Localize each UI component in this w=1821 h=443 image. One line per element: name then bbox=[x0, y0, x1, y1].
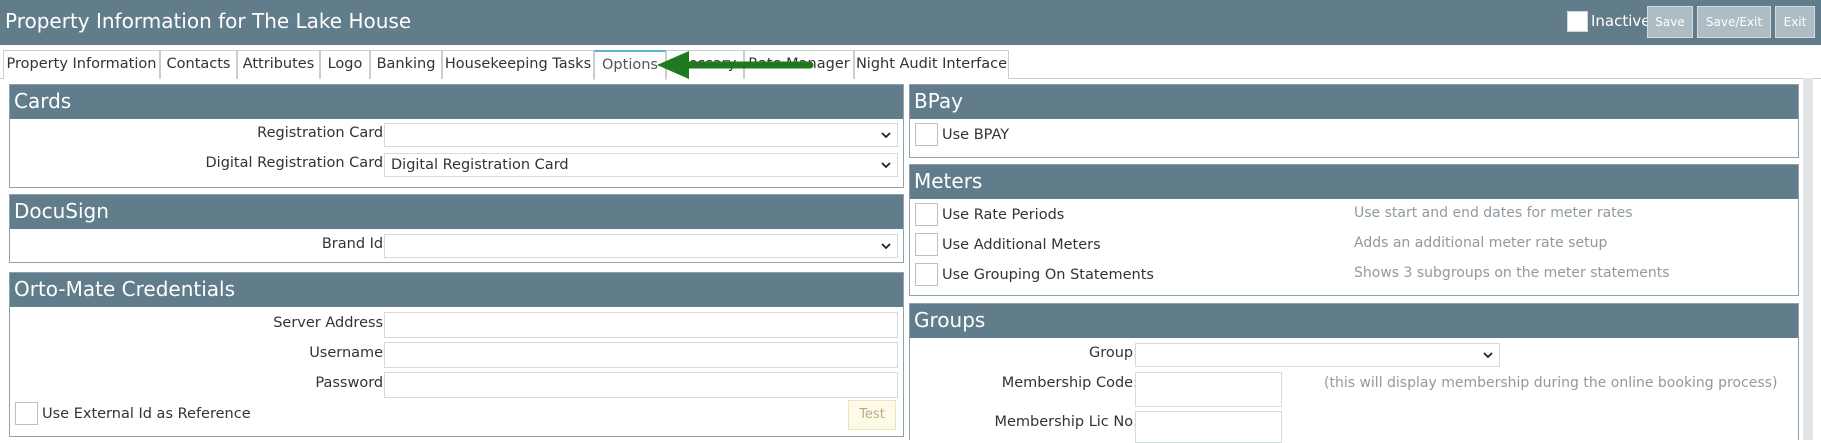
use-grouping-on-statements-label: Use Grouping On Statements bbox=[942, 267, 1154, 283]
digital-registration-card-label: Digital Registration Card: bbox=[205, 155, 389, 171]
scrollbar[interactable] bbox=[1803, 78, 1813, 440]
use-bpay-label: Use BPAY bbox=[942, 127, 1010, 143]
save-button[interactable]: Save bbox=[1647, 6, 1693, 38]
groups-section: Groups Group: Membership Code: (this wil… bbox=[909, 303, 1799, 443]
password-label: Password: bbox=[315, 375, 388, 391]
digital-registration-card-value: Digital Registration Card bbox=[391, 157, 569, 173]
page-title: Property Information for The Lake House bbox=[5, 9, 412, 33]
group-select[interactable] bbox=[1135, 343, 1500, 367]
membership-code-label: Membership Code: bbox=[1001, 375, 1138, 391]
server-address-input[interactable] bbox=[384, 312, 898, 338]
server-address-label: Server Address: bbox=[273, 315, 388, 331]
use-rate-periods-checkbox[interactable] bbox=[915, 203, 938, 226]
use-additional-meters-checkbox[interactable] bbox=[915, 233, 938, 256]
use-rate-periods-hint: Use start and end dates for meter rates bbox=[1354, 205, 1633, 221]
use-grouping-on-statements-hint: Shows 3 subgroups on the meter statement… bbox=[1354, 265, 1670, 281]
membership-code-hint: (this will display membership during the… bbox=[1324, 375, 1778, 391]
tab-housekeeping-tasks[interactable]: Housekeeping Tasks bbox=[442, 50, 594, 79]
group-label: Group: bbox=[1088, 345, 1138, 361]
chevron-down-icon bbox=[881, 243, 891, 250]
chevron-down-icon bbox=[1483, 352, 1493, 359]
brand-id-select[interactable] bbox=[384, 234, 898, 258]
membership-lic-input[interactable] bbox=[1135, 411, 1282, 443]
chevron-down-icon bbox=[881, 132, 891, 139]
use-additional-meters-label: Use Additional Meters bbox=[942, 237, 1101, 253]
test-button[interactable]: Test bbox=[848, 400, 896, 430]
brand-id-label: Brand Id: bbox=[321, 236, 388, 252]
use-external-id-label: Use External Id as Reference bbox=[42, 406, 251, 422]
save-exit-button[interactable]: Save/Exit bbox=[1697, 6, 1771, 38]
docusign-section: DocuSign Brand Id: bbox=[9, 194, 904, 263]
tab-night-audit-interface[interactable]: Night Audit Interface bbox=[854, 50, 1009, 79]
membership-code-input[interactable] bbox=[1135, 372, 1282, 407]
use-grouping-on-statements-checkbox[interactable] bbox=[915, 263, 938, 286]
use-bpay-checkbox[interactable] bbox=[915, 123, 938, 146]
annotation-arrow-icon bbox=[657, 51, 814, 79]
use-additional-meters-hint: Adds an additional meter rate setup bbox=[1354, 235, 1608, 251]
registration-card-label: Registration Card: bbox=[257, 125, 388, 141]
ortomate-credentials-section: Orto-Mate Credentials Server Address: Us… bbox=[9, 272, 904, 437]
chevron-down-icon bbox=[881, 162, 891, 169]
title-bar: Property Information for The Lake House … bbox=[0, 0, 1821, 45]
ortomate-heading: Orto-Mate Credentials bbox=[10, 273, 903, 307]
registration-card-select[interactable] bbox=[384, 123, 898, 147]
groups-heading: Groups bbox=[910, 304, 1798, 338]
use-external-id-checkbox[interactable] bbox=[15, 402, 38, 425]
digital-registration-card-select[interactable]: Digital Registration Card bbox=[384, 153, 898, 177]
cards-section: Cards Registration Card: Digital Registr… bbox=[9, 84, 904, 188]
meters-section: Meters Use Rate Periods Use start and en… bbox=[909, 164, 1799, 296]
tab-bar: Property Information Contacts Attributes… bbox=[0, 50, 1821, 80]
username-input[interactable] bbox=[384, 342, 898, 368]
meters-heading: Meters bbox=[910, 165, 1798, 199]
bpay-heading: BPay bbox=[910, 85, 1798, 119]
tab-contacts[interactable]: Contacts bbox=[160, 50, 237, 79]
username-label: Username: bbox=[309, 345, 388, 361]
inactive-checkbox[interactable] bbox=[1567, 11, 1588, 32]
tab-property-information[interactable]: Property Information bbox=[3, 50, 160, 79]
tab-attributes[interactable]: Attributes bbox=[237, 50, 320, 79]
use-rate-periods-label: Use Rate Periods bbox=[942, 207, 1065, 223]
cards-heading: Cards bbox=[10, 85, 903, 119]
docusign-heading: DocuSign bbox=[10, 195, 903, 229]
exit-button[interactable]: Exit bbox=[1775, 6, 1815, 38]
tab-logo[interactable]: Logo bbox=[320, 50, 370, 79]
tab-banking[interactable]: Banking bbox=[370, 50, 442, 79]
bpay-section: BPay Use BPAY bbox=[909, 84, 1799, 158]
inactive-label: Inactive bbox=[1591, 12, 1651, 30]
membership-lic-label: Membership Lic No: bbox=[994, 414, 1138, 430]
password-input[interactable] bbox=[384, 372, 898, 398]
